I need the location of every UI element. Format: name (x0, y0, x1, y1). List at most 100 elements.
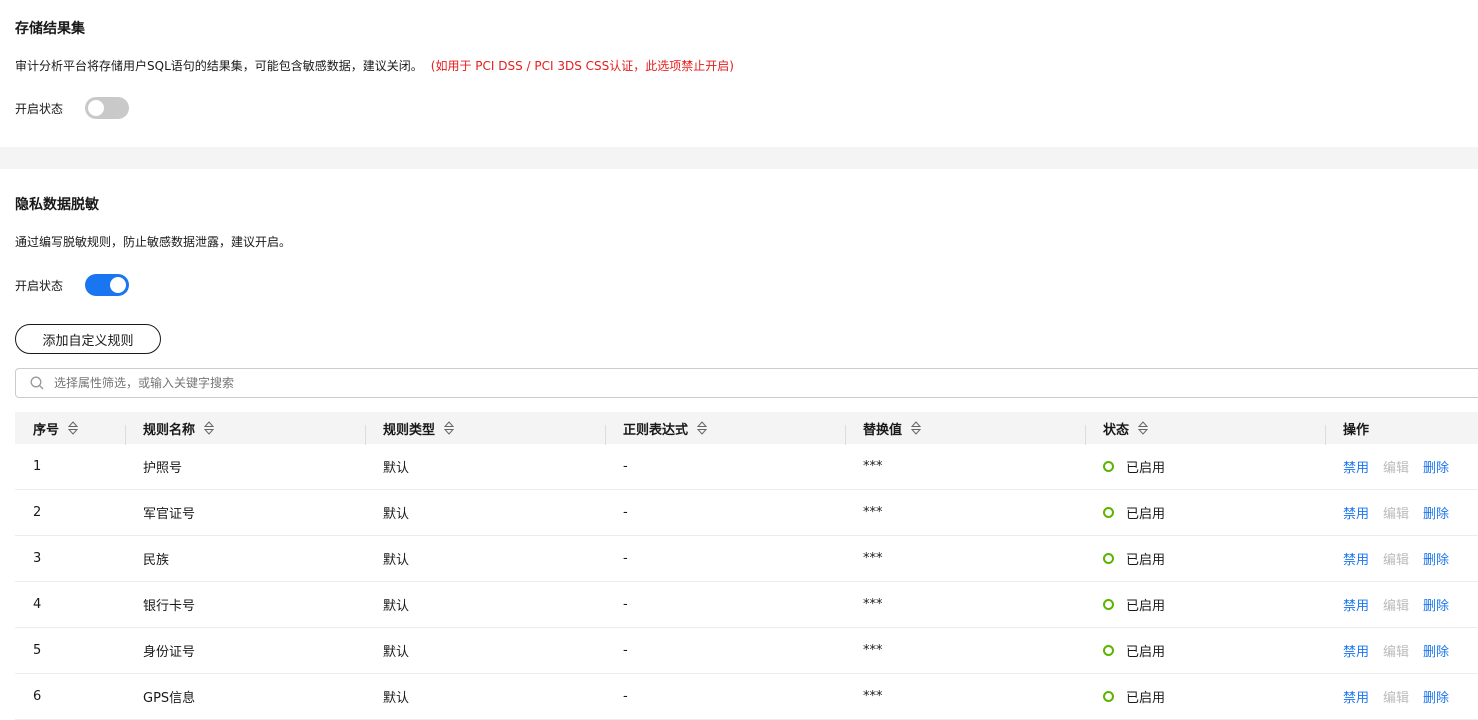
cell-regex: - (623, 689, 628, 704)
cell-no: 6 (33, 689, 42, 704)
sort-icon[interactable] (203, 421, 215, 435)
status-text: 已启用 (1126, 461, 1166, 476)
cell-name: 民族 (143, 553, 170, 568)
table-row: 4 银行卡号 默认 - *** 已启用 禁用 编辑 删除 (15, 582, 1478, 628)
header-regex[interactable]: 正则表达式 (605, 419, 845, 445)
cell-status: 已启用 (1085, 549, 1325, 568)
cell-actions: 禁用 编辑 删除 (1325, 687, 1478, 706)
sort-icon[interactable] (910, 421, 922, 435)
cell-regex: - (623, 551, 628, 566)
status-text: 已启用 (1126, 691, 1166, 706)
toggle-knob (110, 277, 127, 293)
table-row: 1 护照号 默认 - *** 已启用 禁用 编辑 删除 (15, 444, 1478, 490)
cell-type: 默认 (383, 507, 410, 522)
header-label: 规则名称 (143, 422, 196, 438)
header-label: 替换值 (863, 422, 903, 438)
delete-link[interactable]: 删除 (1423, 503, 1449, 522)
disable-link[interactable]: 禁用 (1343, 549, 1369, 568)
masking-toggle[interactable] (85, 274, 130, 296)
edit-link: 编辑 (1383, 691, 1410, 706)
column-separator (1325, 424, 1326, 445)
edit-link: 编辑 (1383, 553, 1410, 568)
table-row: 2 军官证号 默认 - *** 已启用 禁用 编辑 删除 (15, 490, 1478, 536)
cell-name: GPS信息 (143, 691, 196, 706)
cell-replace: *** (863, 597, 883, 612)
cell-actions: 禁用 编辑 删除 (1325, 641, 1478, 660)
header-no[interactable]: 序号 (15, 419, 125, 438)
edit-link: 编辑 (1383, 645, 1410, 660)
delete-link[interactable]: 删除 (1423, 457, 1449, 476)
delete-link[interactable]: 删除 (1423, 687, 1449, 706)
status-enabled-icon (1103, 461, 1114, 472)
cell-actions: 禁用 编辑 删除 (1325, 595, 1478, 614)
search-input[interactable] (52, 375, 656, 391)
masking-description: 通过编写脱敏规则，防止敏感数据泄露，建议开启。 (15, 235, 292, 249)
sort-icon[interactable] (696, 421, 708, 435)
section-divider (0, 147, 1478, 169)
header-label: 正则表达式 (623, 422, 689, 438)
cell-replace: *** (863, 459, 883, 474)
storage-toggle[interactable] (85, 97, 130, 119)
cell-type: 默认 (383, 645, 410, 660)
delete-link[interactable]: 删除 (1423, 641, 1449, 660)
status-text: 已启用 (1126, 507, 1166, 522)
cell-regex: - (623, 505, 628, 520)
add-custom-rule-button[interactable]: 添加自定义规则 (15, 324, 161, 354)
delete-link[interactable]: 删除 (1423, 595, 1449, 614)
storage-warning: (如用于 PCI DSS / PCI 3DS CSS认证，此选项禁止开启) (430, 59, 734, 73)
cell-actions: 禁用 编辑 删除 (1325, 503, 1478, 522)
cell-no: 5 (33, 643, 42, 658)
cell-no: 3 (33, 551, 42, 566)
masking-section: 隐私数据脱敏 通过编写脱敏规则，防止敏感数据泄露，建议开启。 开启状态 添加自定… (0, 169, 1478, 720)
cell-name: 军官证号 (143, 507, 196, 522)
sort-icon[interactable] (67, 421, 79, 435)
edit-link: 编辑 (1383, 599, 1410, 614)
status-text: 已启用 (1126, 645, 1166, 660)
table-row: 5 身份证号 默认 - *** 已启用 禁用 编辑 删除 (15, 628, 1478, 674)
storage-toggle-label: 开启状态 (15, 101, 64, 116)
cell-type: 默认 (383, 461, 410, 476)
disable-link[interactable]: 禁用 (1343, 595, 1369, 614)
cell-no: 4 (33, 597, 42, 612)
header-actions: 操作 (1325, 419, 1478, 445)
cell-actions: 禁用 编辑 删除 (1325, 457, 1478, 476)
cell-status: 已启用 (1085, 503, 1325, 522)
disable-link[interactable]: 禁用 (1343, 457, 1369, 476)
column-separator (605, 424, 606, 445)
header-status[interactable]: 状态 (1085, 419, 1325, 445)
header-label: 状态 (1103, 422, 1130, 438)
cell-replace: *** (863, 689, 883, 704)
header-label: 操作 (1343, 422, 1370, 438)
cell-replace: *** (863, 505, 883, 520)
cell-regex: - (623, 459, 628, 474)
cell-replace: *** (863, 551, 883, 566)
header-label: 序号 (33, 422, 60, 438)
rules-table: 序号 规则名称 规则类型 正则表达式 替换值 状态 操作 1 护照号 默认 - … (15, 412, 1478, 720)
sort-icon[interactable] (1137, 421, 1149, 435)
disable-link[interactable]: 禁用 (1343, 687, 1369, 706)
status-text: 已启用 (1126, 599, 1166, 614)
masking-title: 隐私数据脱敏 (15, 197, 99, 213)
column-separator (125, 424, 126, 445)
storage-toggle-row: 开启状态 (15, 97, 130, 119)
cell-no: 1 (33, 459, 42, 474)
sort-icon[interactable] (443, 421, 455, 435)
cell-regex: - (623, 597, 628, 612)
header-replace[interactable]: 替换值 (845, 419, 1085, 445)
edit-link: 编辑 (1383, 461, 1410, 476)
cell-no: 2 (33, 505, 42, 520)
cell-name: 身份证号 (143, 645, 196, 660)
search-bar[interactable] (15, 368, 1478, 398)
status-enabled-icon (1103, 553, 1114, 564)
cell-status: 已启用 (1085, 687, 1325, 706)
disable-link[interactable]: 禁用 (1343, 641, 1369, 660)
storage-section: 存储结果集 审计分析平台将存储用户SQL语句的结果集，可能包含敏感数据，建议关闭… (0, 0, 1478, 147)
header-name[interactable]: 规则名称 (125, 419, 365, 445)
cell-status: 已启用 (1085, 457, 1325, 476)
disable-link[interactable]: 禁用 (1343, 503, 1369, 522)
delete-link[interactable]: 删除 (1423, 549, 1449, 568)
column-separator (845, 424, 846, 445)
storage-title: 存储结果集 (15, 21, 85, 37)
cell-status: 已启用 (1085, 595, 1325, 614)
header-type[interactable]: 规则类型 (365, 419, 605, 445)
